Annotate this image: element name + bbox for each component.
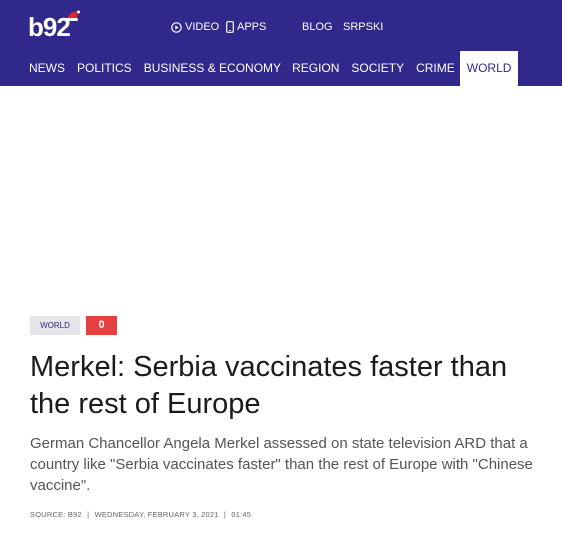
video-link-label: VIDEO: [185, 21, 220, 33]
b92-logo[interactable]: b92: [28, 10, 82, 43]
article-date: WEDNESDAY, FEBRUARY 3, 2021: [94, 510, 219, 519]
nav-item-region[interactable]: REGION: [292, 51, 339, 86]
meta-separator: |: [87, 510, 90, 519]
article-title: Merkel: Serbia vaccinates faster than th…: [30, 351, 508, 420]
play-circle-icon: [171, 21, 182, 33]
meta-separator: |: [223, 510, 227, 519]
nav-item-politics[interactable]: POLITICS: [77, 51, 132, 86]
blog-link[interactable]: BLOG: [302, 19, 333, 35]
apps-link[interactable]: APPS: [226, 19, 266, 35]
site-header: b92 VIDEO APPS BLOG SRPSKI NEWS POLITICS…: [0, 0, 562, 86]
blog-link-label: BLOG: [302, 21, 333, 33]
nav-item-business-economy[interactable]: BUSINESS & ECONOMY: [144, 51, 281, 86]
nav-item-world[interactable]: WORLD: [459, 51, 519, 86]
article-lead: German Chancellor Angela Merkel assessed…: [30, 435, 533, 494]
video-link[interactable]: VIDEO: [171, 19, 219, 35]
santa-hat-icon: [66, 10, 80, 21]
article-time: 01:45: [231, 510, 252, 519]
srpski-link-label: SRPSKI: [343, 21, 384, 33]
apps-link-label: APPS: [237, 21, 267, 33]
article-source: SOURCE: B92: [30, 510, 82, 519]
logo-text: b92: [28, 12, 71, 42]
main-nav: NEWS POLITICS BUSINESS & ECONOMY REGION …: [0, 51, 519, 86]
category-badge[interactable]: WORLD: [30, 316, 80, 335]
nav-item-news[interactable]: NEWS: [29, 51, 65, 86]
comment-count-badge[interactable]: 0: [86, 316, 117, 335]
smartphone-icon: [226, 21, 234, 33]
nav-item-crime[interactable]: CRIME: [416, 51, 455, 86]
nav-item-society[interactable]: SOCIETY: [351, 51, 404, 86]
srpski-link[interactable]: SRPSKI: [343, 19, 383, 35]
article-meta: SOURCE: B92 | WEDNESDAY, FEBRUARY 3, 202…: [30, 510, 254, 519]
